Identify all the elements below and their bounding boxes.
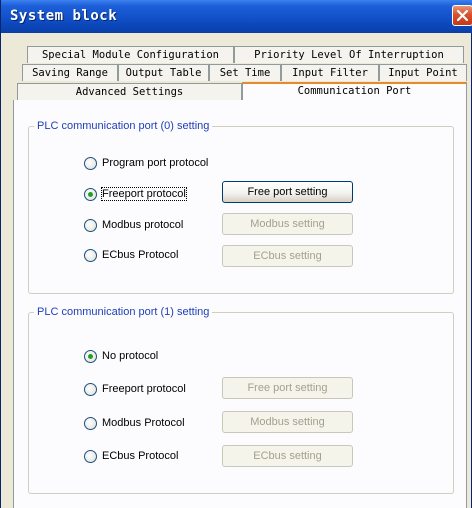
- window-title: System block: [10, 8, 118, 24]
- radio-label: ECbus Protocol: [102, 249, 179, 261]
- tab-set-time[interactable]: Set Time: [209, 64, 281, 81]
- port0-free-port-setting-button[interactable]: Free port setting: [222, 181, 353, 203]
- radio-label: No protocol: [102, 350, 159, 362]
- close-button[interactable]: [452, 5, 472, 26]
- port1-group: PLC communication port (1) setting No pr…: [28, 305, 454, 494]
- port1-option-freeport[interactable]: Freeport protocol: [84, 381, 186, 397]
- port0-group: PLC communication port (0) setting Progr…: [28, 119, 454, 294]
- radio-button[interactable]: [84, 449, 97, 463]
- port1-legend: PLC communication port (1) setting: [34, 305, 213, 319]
- port0-modbus-setting-button[interactable]: Modbus setting: [222, 213, 353, 235]
- tab-advanced-settings[interactable]: Advanced Settings: [17, 83, 242, 100]
- port1-free-port-setting-button[interactable]: Free port setting: [222, 377, 353, 399]
- port0-option-modbus[interactable]: Modbus protocol: [84, 217, 183, 233]
- port0-option-freeport[interactable]: Freeport protocol: [84, 186, 187, 202]
- port1-ecbus-setting-button[interactable]: ECbus setting: [222, 445, 353, 467]
- radio-button[interactable]: [84, 248, 97, 262]
- port1-modbus-setting-button[interactable]: Modbus setting: [222, 411, 353, 433]
- tab-input-filter[interactable]: Input Filter: [281, 64, 379, 81]
- tab-priority-level-of-interruption[interactable]: Priority Level Of Interruption: [234, 46, 464, 63]
- radio-button[interactable]: [84, 382, 97, 396]
- port0-option-ecbus[interactable]: ECbus Protocol: [84, 247, 178, 263]
- radio-button[interactable]: [84, 218, 97, 232]
- radio-label: ECbus Protocol: [102, 450, 179, 462]
- radio-label: Freeport protocol: [101, 187, 187, 201]
- tab-saving-range[interactable]: Saving Range: [22, 64, 118, 81]
- port0-option-program-port[interactable]: Program port protocol: [84, 155, 208, 171]
- radio-button[interactable]: [84, 156, 97, 170]
- tab-communication-port[interactable]: Communication Port: [242, 82, 467, 100]
- radio-label: Freeport protocol: [102, 383, 186, 395]
- system-block-dialog: System block Special Module Configuratio…: [0, 0, 472, 508]
- port0-ecbus-setting-button[interactable]: ECbus setting: [222, 245, 353, 267]
- port1-option-no-protocol[interactable]: No protocol: [84, 348, 158, 364]
- close-icon: [457, 10, 468, 21]
- tab-output-table[interactable]: Output Table: [118, 64, 209, 81]
- radio-label: Modbus protocol: [102, 219, 184, 231]
- radio-button-selected[interactable]: [84, 349, 97, 363]
- radio-button-selected[interactable]: [84, 187, 97, 201]
- radio-button[interactable]: [84, 416, 97, 430]
- port0-legend: PLC communication port (0) setting: [34, 119, 213, 133]
- tab-input-point[interactable]: Input Point: [379, 64, 467, 81]
- radio-label: Program port protocol: [102, 157, 209, 169]
- title-bar[interactable]: System block: [1, 0, 472, 33]
- radio-label: Modbus Protocol: [102, 417, 185, 429]
- communication-port-panel: PLC communication port (0) setting Progr…: [13, 100, 467, 508]
- port1-option-ecbus[interactable]: ECbus Protocol: [84, 448, 178, 464]
- port1-option-modbus[interactable]: Modbus Protocol: [84, 415, 185, 431]
- tab-special-module-configuration[interactable]: Special Module Configuration: [27, 46, 234, 63]
